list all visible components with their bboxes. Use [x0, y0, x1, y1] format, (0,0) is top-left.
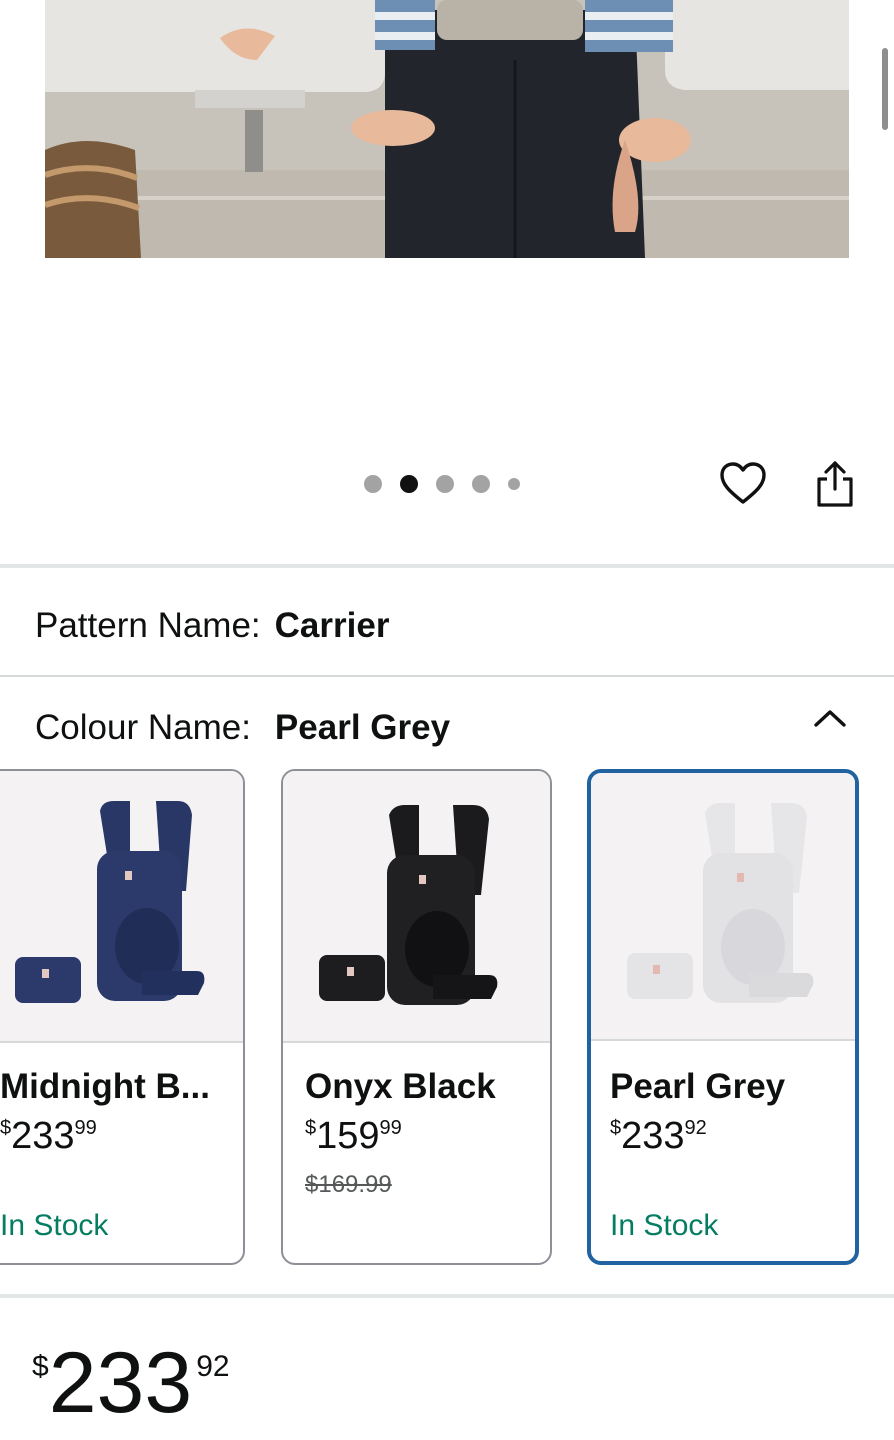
main-price: $233 92	[32, 1335, 230, 1431]
pattern-name-row[interactable]: Pattern Name: Carrier	[35, 606, 389, 646]
carousel-dot-5[interactable]	[508, 478, 520, 490]
pattern-name-label: Pattern Name:	[35, 606, 261, 645]
colour-option-name: Pearl Grey	[610, 1067, 786, 1106]
product-image[interactable]	[45, 0, 849, 258]
colour-option-price: $23399	[0, 1115, 97, 1157]
heart-icon	[720, 462, 766, 504]
colour-option-image	[283, 771, 550, 1043]
section-divider	[0, 675, 894, 677]
carousel-dot-1[interactable]	[364, 475, 382, 493]
share-button[interactable]	[810, 458, 860, 510]
baby-carrier-image	[15, 801, 205, 1003]
scrollbar[interactable]	[882, 48, 888, 130]
list-price: $169.99	[305, 1171, 392, 1198]
wishlist-button[interactable]	[716, 458, 770, 508]
colour-option-price: $23392	[610, 1115, 707, 1157]
stock-status: In Stock	[610, 1209, 719, 1242]
colour-option-name: Midnight B...	[0, 1067, 210, 1106]
share-icon	[817, 461, 853, 507]
colour-option-image	[591, 773, 855, 1041]
baby-carrier-image	[319, 805, 498, 1005]
carousel-dot-2[interactable]	[400, 475, 418, 493]
section-divider	[0, 1294, 894, 1298]
collapse-colour-button[interactable]	[808, 700, 852, 736]
image-carousel-dots	[364, 474, 538, 494]
carousel-dot-4[interactable]	[472, 475, 490, 493]
pattern-name-value: Carrier	[274, 606, 390, 645]
baby-carrier-image	[627, 803, 814, 1003]
section-divider	[0, 564, 894, 568]
colour-option-image	[0, 771, 243, 1043]
colour-option-midnight-blue[interactable]: Midnight B... $23399 In Stock	[0, 769, 245, 1265]
colour-name-label: Colour Name:	[35, 708, 251, 747]
chevron-up-icon	[814, 710, 846, 727]
colour-option-onyx-black[interactable]: Onyx Black $15999 $169.99	[281, 769, 552, 1265]
stock-status: In Stock	[0, 1209, 109, 1242]
colour-name-value: Pearl Grey	[274, 708, 451, 747]
colour-option-pearl-grey[interactable]: Pearl Grey $23392 In Stock	[587, 769, 859, 1265]
colour-option-price: $15999	[305, 1115, 402, 1157]
carousel-dot-3[interactable]	[436, 475, 454, 493]
colour-name-row[interactable]: Colour Name: Pearl Grey	[35, 708, 450, 748]
colour-option-name: Onyx Black	[305, 1067, 496, 1106]
product-photo-illustration	[45, 0, 849, 258]
